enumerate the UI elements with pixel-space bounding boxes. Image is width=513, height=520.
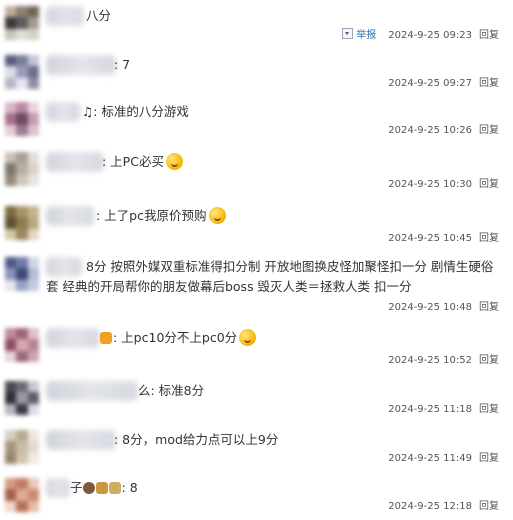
username-blurred[interactable] bbox=[46, 206, 94, 226]
reply-link[interactable]: 回复 bbox=[479, 78, 499, 89]
timestamp: 2024-9-25 10:45 bbox=[388, 233, 472, 244]
comment-list: 八分 举报 2024-9-25 09:23 回复 : 7 2024-9-25 09:… bbox=[0, 0, 513, 520]
comment-item: ♫: 标准的八分游戏 2024-9-25 10:26 回复 bbox=[0, 102, 513, 146]
comment-item: 8分 按照外媒双重标准得扣分制 开放地图换皮怪加聚怪扣一分 剧情生硬俗套 经典的… bbox=[0, 257, 513, 317]
more-dropdown-icon[interactable] bbox=[342, 28, 354, 39]
comment-text: 么: 标准8分 bbox=[138, 383, 205, 398]
timestamp: 2024-9-25 11:49 bbox=[388, 453, 472, 464]
avatar[interactable] bbox=[5, 6, 39, 40]
avatar[interactable] bbox=[5, 152, 39, 186]
comment-text: 子: 8 bbox=[70, 480, 138, 495]
coconut-icon bbox=[82, 482, 95, 494]
comment-item: 八分 举报 2024-9-25 09:23 回复 bbox=[0, 6, 513, 50]
avatar[interactable] bbox=[5, 430, 39, 464]
emoji-smile-icon bbox=[208, 207, 226, 224]
comment-text: : 上了pc我原价预购 bbox=[96, 206, 505, 226]
comment-meta: 2024-9-25 10:48 回复 bbox=[388, 301, 499, 315]
timestamp: 2024-9-25 10:52 bbox=[388, 355, 472, 366]
comment-text: 8分 按照外媒双重标准得扣分制 开放地图换皮怪加聚怪扣一分 剧情生硬俗套 经典的… bbox=[46, 259, 494, 294]
comment-item: : 上pc10分不上pc0分 2024-9-25 10:52 回复 bbox=[0, 328, 513, 372]
reply-link[interactable]: 回复 bbox=[479, 501, 499, 512]
hourglass-icon bbox=[95, 482, 108, 494]
comment-meta: 2024-9-25 10:52 回复 bbox=[388, 354, 499, 368]
username-blurred[interactable] bbox=[46, 6, 84, 26]
comment-meta: 2024-9-25 09:27 回复 bbox=[388, 77, 499, 91]
emoji-smile-icon bbox=[239, 329, 257, 346]
username-blurred[interactable] bbox=[46, 102, 80, 122]
comment-meta: 2024-9-25 10:30 回复 bbox=[388, 178, 499, 192]
timestamp: 2024-9-25 09:27 bbox=[388, 78, 472, 89]
emoji-icon bbox=[108, 482, 121, 494]
avatar[interactable] bbox=[5, 328, 39, 362]
comment-item: : 8分，mod给力点可以上9分 2024-9-25 11:49 回复 bbox=[0, 430, 513, 470]
reply-link[interactable]: 回复 bbox=[479, 30, 499, 41]
username-blurred[interactable] bbox=[46, 430, 116, 450]
comment-text: ♫: 标准的八分游戏 bbox=[82, 104, 189, 119]
comment-item: : 7 2024-9-25 09:27 回复 bbox=[0, 55, 513, 99]
avatar[interactable] bbox=[5, 381, 39, 415]
comment-meta: 2024-9-25 11:18 回复 bbox=[388, 403, 499, 417]
report-link[interactable]: 举报 bbox=[356, 30, 376, 41]
reply-link[interactable]: 回复 bbox=[479, 233, 499, 244]
comment-text: : 上PC必买 bbox=[102, 152, 505, 172]
reply-link[interactable]: 回复 bbox=[479, 125, 499, 136]
comment-text: 八分 bbox=[86, 8, 112, 23]
avatar[interactable] bbox=[5, 206, 39, 240]
username-blurred[interactable] bbox=[46, 55, 116, 75]
avatar[interactable] bbox=[5, 478, 39, 512]
emoji-smile-icon bbox=[165, 153, 183, 170]
reply-link[interactable]: 回复 bbox=[479, 453, 499, 464]
comment-item: : 上了pc我原价预购 2024-9-25 10:45 回复 bbox=[0, 206, 513, 250]
comment-text: : 上pc10分不上pc0分 bbox=[100, 328, 505, 348]
comment-text: : 7 bbox=[114, 57, 131, 72]
timestamp: 2024-9-25 12:18 bbox=[388, 501, 472, 512]
avatar[interactable] bbox=[5, 55, 39, 89]
timestamp: 2024-9-25 09:23 bbox=[388, 30, 472, 41]
reply-link[interactable]: 回复 bbox=[479, 404, 499, 415]
reply-link[interactable]: 回复 bbox=[479, 179, 499, 190]
username-blurred[interactable] bbox=[46, 478, 70, 498]
comment-meta: 2024-9-25 10:26 回复 bbox=[388, 124, 499, 138]
username-blurred[interactable] bbox=[46, 381, 138, 401]
reply-link[interactable]: 回复 bbox=[479, 302, 499, 313]
comment-meta: 2024-9-25 12:18 回复 bbox=[388, 500, 499, 514]
avatar[interactable] bbox=[5, 102, 39, 136]
timestamp: 2024-9-25 10:30 bbox=[388, 179, 472, 190]
timestamp: 2024-9-25 11:18 bbox=[388, 404, 472, 415]
username-blurred[interactable] bbox=[46, 328, 100, 348]
comment-meta: 2024-9-25 10:45 回复 bbox=[388, 232, 499, 246]
comment-item: : 上PC必买 2024-9-25 10:30 回复 bbox=[0, 152, 513, 196]
comment-meta: 举报 2024-9-25 09:23 回复 bbox=[342, 28, 499, 43]
comment-item: 么: 标准8分 2024-9-25 11:18 回复 bbox=[0, 381, 513, 421]
comment-item: 子: 8 2024-9-25 12:18 回复 bbox=[0, 478, 513, 520]
timestamp: 2024-9-25 10:48 bbox=[388, 302, 472, 313]
reply-link[interactable]: 回复 bbox=[479, 355, 499, 366]
comment-text: : 8分，mod给力点可以上9分 bbox=[114, 432, 279, 447]
avatar[interactable] bbox=[5, 257, 39, 291]
emoji-icon bbox=[100, 332, 112, 344]
comment-meta: 2024-9-25 11:49 回复 bbox=[388, 452, 499, 466]
timestamp: 2024-9-25 10:26 bbox=[388, 125, 472, 136]
username-blurred[interactable] bbox=[46, 152, 104, 172]
